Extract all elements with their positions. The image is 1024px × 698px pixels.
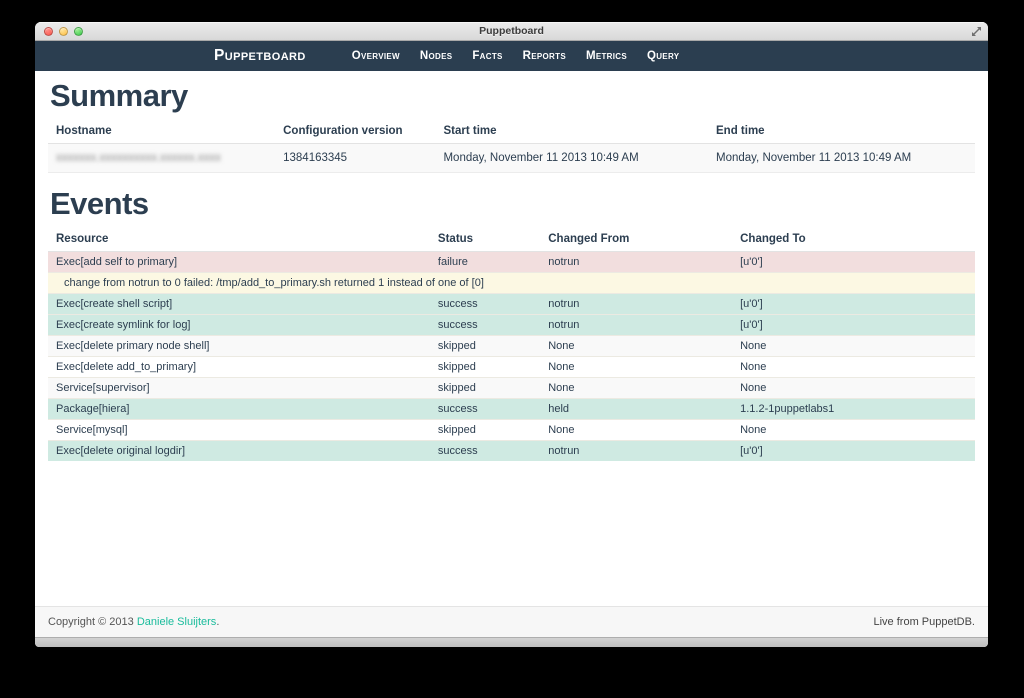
events-col-status: Status (430, 228, 540, 252)
events-header-row: Resource Status Changed From Changed To (48, 228, 975, 252)
configuration-version-value: 1384163345 (275, 144, 435, 173)
page-footer: Copyright © 2013 Daniele Sluijters. Live… (35, 606, 988, 637)
main-navbar: Puppetboard OverviewNodesFactsReportsMet… (35, 41, 988, 71)
window-title: Puppetboard (35, 22, 988, 41)
events-col-changed-to: Changed To (732, 228, 975, 252)
close-window-button[interactable] (44, 27, 53, 36)
event-resource: Service[mysql] (48, 420, 430, 441)
navbar-items: OverviewNodesFactsReportsMetricsQuery (342, 50, 690, 62)
event-message-row: change from notrun to 0 failed: /tmp/add… (48, 273, 975, 294)
event-row: Exec[delete primary node shell]skippedNo… (48, 336, 975, 357)
event-resource: Exec[delete original logdir] (48, 441, 430, 462)
summary-row: xxxxxxx.xxxxxxxxxx.xxxxxx.xxxx 138416334… (48, 144, 975, 173)
events-table: Resource Status Changed From Changed To … (48, 228, 975, 461)
puppetdb-status-text: Live from PuppetDB. (874, 616, 976, 628)
copyright-suffix: . (216, 616, 219, 628)
nav-item-reports[interactable]: Reports (513, 50, 576, 62)
event-resource: Service[supervisor] (48, 378, 430, 399)
copyright-prefix: Copyright © 2013 (48, 616, 137, 628)
copyright-text: Copyright © 2013 Daniele Sluijters. (48, 616, 219, 628)
event-changed-to: [u'0'] (732, 315, 975, 336)
event-row: Exec[delete add_to_primary]skippedNoneNo… (48, 357, 975, 378)
event-changed-to: None (732, 357, 975, 378)
event-row: Exec[create symlink for log]successnotru… (48, 315, 975, 336)
event-resource: Exec[create shell script] (48, 294, 430, 315)
event-changed-from: notrun (540, 315, 732, 336)
end-time-value: Monday, November 11 2013 10:49 AM (708, 144, 975, 173)
event-resource: Exec[delete add_to_primary] (48, 357, 430, 378)
fullscreen-icon[interactable] (970, 25, 983, 38)
event-status: skipped (430, 357, 540, 378)
events-col-changed-from: Changed From (540, 228, 732, 252)
window-bottom-chrome[interactable] (35, 637, 988, 647)
event-changed-from: notrun (540, 252, 732, 273)
event-changed-from: None (540, 420, 732, 441)
minimize-window-button[interactable] (59, 27, 68, 36)
event-changed-from: held (540, 399, 732, 420)
page-content: Summary Hostname Configuration version S… (35, 71, 988, 606)
nav-item-query[interactable]: Query (637, 50, 689, 62)
event-changed-from: notrun (540, 441, 732, 462)
event-row: Package[hiera]successheld1.1.2-1puppetla… (48, 399, 975, 420)
events-table-body: Exec[add self to primary]failurenotrun[u… (48, 252, 975, 462)
window-titlebar[interactable]: Puppetboard (35, 22, 988, 41)
event-changed-from: None (540, 336, 732, 357)
start-time-value: Monday, November 11 2013 10:49 AM (435, 144, 708, 173)
summary-heading: Summary (50, 78, 975, 114)
event-row: Exec[add self to primary]failurenotrun[u… (48, 252, 975, 273)
events-heading: Events (50, 186, 975, 222)
event-failure-message: change from notrun to 0 failed: /tmp/add… (48, 273, 975, 294)
nav-item-metrics[interactable]: Metrics (576, 50, 637, 62)
navbar-brand[interactable]: Puppetboard (214, 47, 306, 65)
nav-item-overview[interactable]: Overview (342, 50, 410, 62)
summary-header-row: Hostname Configuration version Start tim… (48, 120, 975, 144)
hostname-value-redacted: xxxxxxx.xxxxxxxxxx.xxxxxx.xxxx (56, 152, 221, 164)
event-changed-to: None (732, 336, 975, 357)
nav-item-facts[interactable]: Facts (462, 50, 512, 62)
event-changed-to: None (732, 420, 975, 441)
author-link[interactable]: Daniele Sluijters (137, 616, 216, 628)
event-status: skipped (430, 420, 540, 441)
event-changed-from: None (540, 378, 732, 399)
event-resource: Exec[create symlink for log] (48, 315, 430, 336)
event-row: Service[supervisor]skippedNoneNone (48, 378, 975, 399)
event-status: success (430, 399, 540, 420)
event-changed-to: [u'0'] (732, 294, 975, 315)
event-status: failure (430, 252, 540, 273)
event-changed-from: None (540, 357, 732, 378)
event-status: skipped (430, 336, 540, 357)
event-status: skipped (430, 378, 540, 399)
traffic-lights (44, 27, 83, 36)
event-changed-to: None (732, 378, 975, 399)
summary-col-hostname: Hostname (48, 120, 275, 144)
event-resource: Package[hiera] (48, 399, 430, 420)
event-status: success (430, 441, 540, 462)
event-changed-to: 1.1.2-1puppetlabs1 (732, 399, 975, 420)
event-changed-from: notrun (540, 294, 732, 315)
event-row: Exec[delete original logdir]successnotru… (48, 441, 975, 462)
event-resource: Exec[delete primary node shell] (48, 336, 430, 357)
event-row: Service[mysql]skippedNoneNone (48, 420, 975, 441)
events-col-resource: Resource (48, 228, 430, 252)
summary-table: Hostname Configuration version Start tim… (48, 120, 975, 173)
event-changed-to: [u'0'] (732, 441, 975, 462)
browser-window: Puppetboard Puppetboard OverviewNodesFac… (35, 22, 988, 647)
event-row: Exec[create shell script]successnotrun[u… (48, 294, 975, 315)
summary-col-end-time: End time (708, 120, 975, 144)
event-changed-to: [u'0'] (732, 252, 975, 273)
zoom-window-button[interactable] (74, 27, 83, 36)
event-status: success (430, 294, 540, 315)
event-status: success (430, 315, 540, 336)
nav-item-nodes[interactable]: Nodes (410, 50, 462, 62)
event-resource: Exec[add self to primary] (48, 252, 430, 273)
summary-col-config-version: Configuration version (275, 120, 435, 144)
summary-col-start-time: Start time (435, 120, 708, 144)
